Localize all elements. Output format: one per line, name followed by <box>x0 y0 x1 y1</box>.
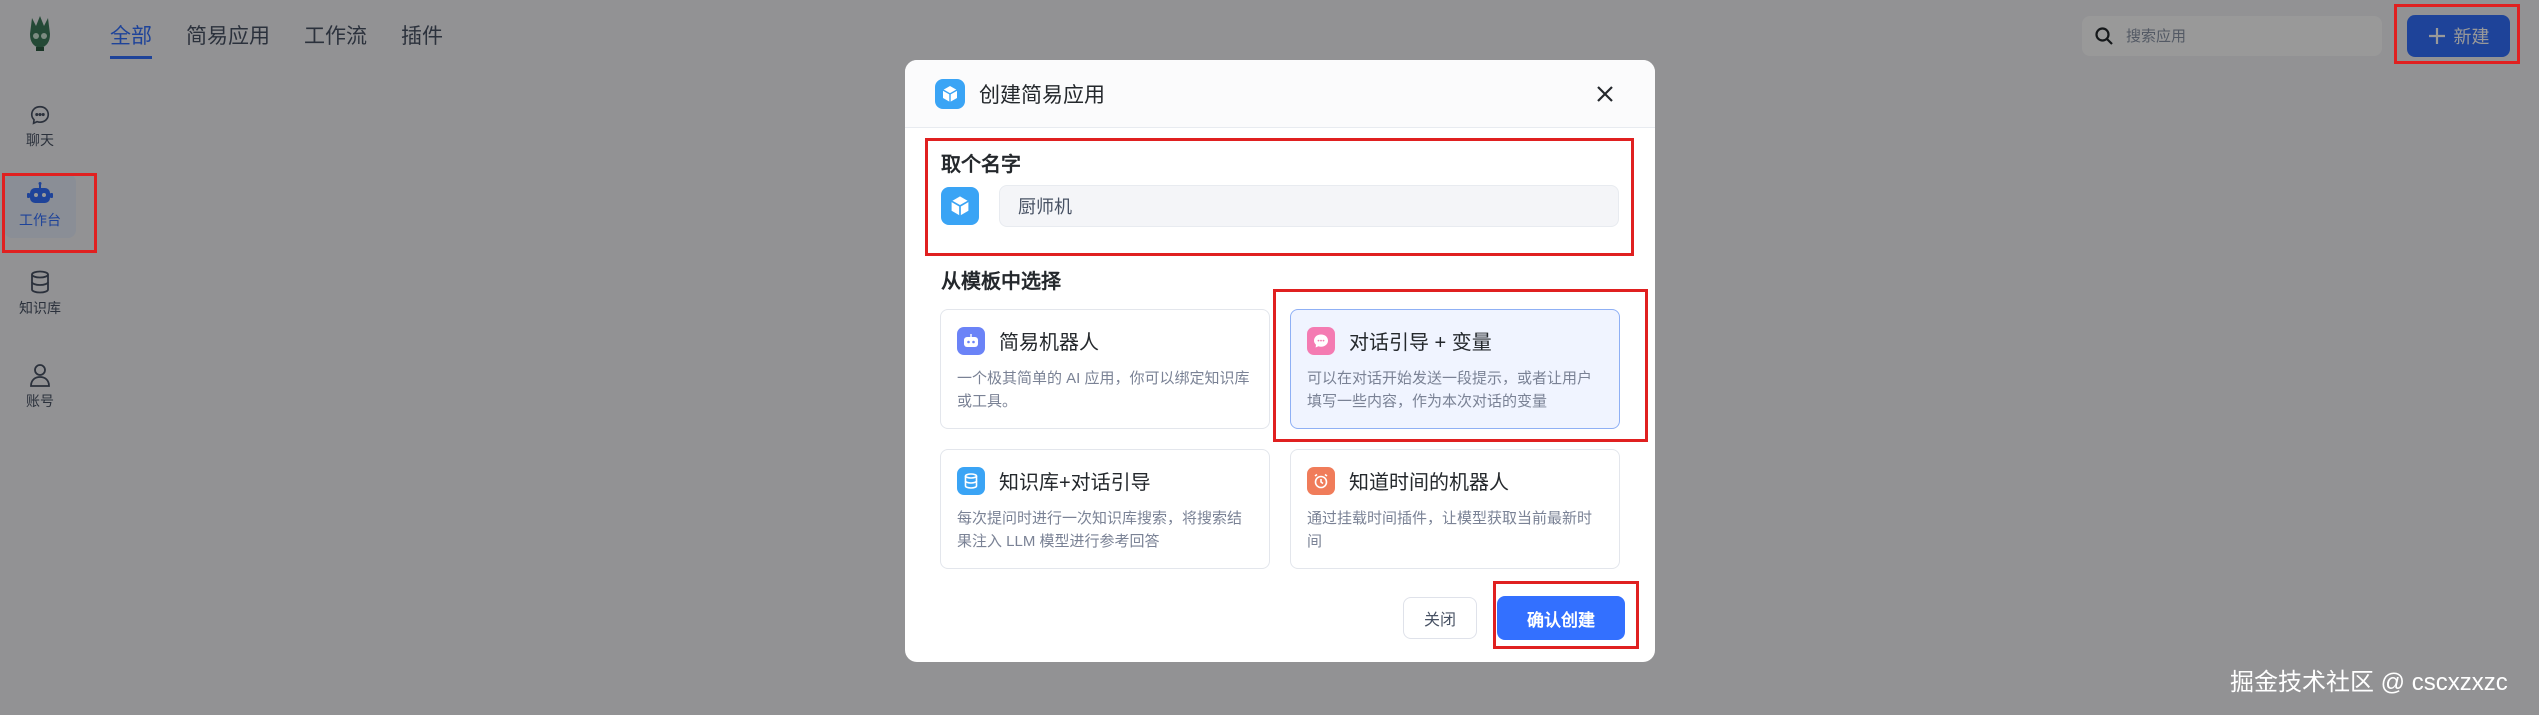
alarm-clock-icon <box>1307 466 1335 495</box>
template-section-title: 从模板中选择 <box>941 271 1061 293</box>
template-card-simple-bot[interactable]: 简易机器人 一个极其简单的 AI 应用，你可以绑定知识库或工具。 <box>940 309 1270 429</box>
template-title: 简易机器人 <box>999 332 1099 354</box>
cube-icon <box>935 78 965 109</box>
close-icon[interactable] <box>1593 82 1617 106</box>
modal-header: 创建简易应用 <box>905 60 1655 128</box>
template-card-time-aware-bot[interactable]: 知道时间的机器人 通过挂载时间插件，让模型获取当前最新时间 <box>1290 449 1620 569</box>
watermark-text: 掘金技术社区 @ cscxzxzc <box>2230 669 2508 696</box>
template-title: 知识库+对话引导 <box>999 472 1151 494</box>
database-icon <box>957 466 985 495</box>
close-button[interactable]: 关闭 <box>1403 597 1477 639</box>
annotation-box-template-selected <box>1273 289 1648 442</box>
annotation-box-name-section <box>925 138 1634 256</box>
template-title: 知道时间的机器人 <box>1349 472 1509 494</box>
annotation-box-workbench <box>2 173 97 253</box>
modal-title: 创建简易应用 <box>979 83 1105 107</box>
robot-icon <box>957 326 985 355</box>
template-desc: 一个极其简单的 AI 应用，你可以绑定知识库或工具。 <box>957 370 1250 410</box>
template-card-kb-chat-guide[interactable]: 知识库+对话引导 每次提问时进行一次知识库搜索，将搜索结果注入 LLM 模型进行… <box>940 449 1270 569</box>
annotation-box-new-button <box>2394 4 2520 64</box>
annotation-box-confirm <box>1493 581 1639 649</box>
template-desc: 每次提问时进行一次知识库搜索，将搜索结果注入 LLM 模型进行参考回答 <box>957 510 1243 550</box>
template-desc: 通过挂载时间插件，让模型获取当前最新时间 <box>1307 510 1593 550</box>
